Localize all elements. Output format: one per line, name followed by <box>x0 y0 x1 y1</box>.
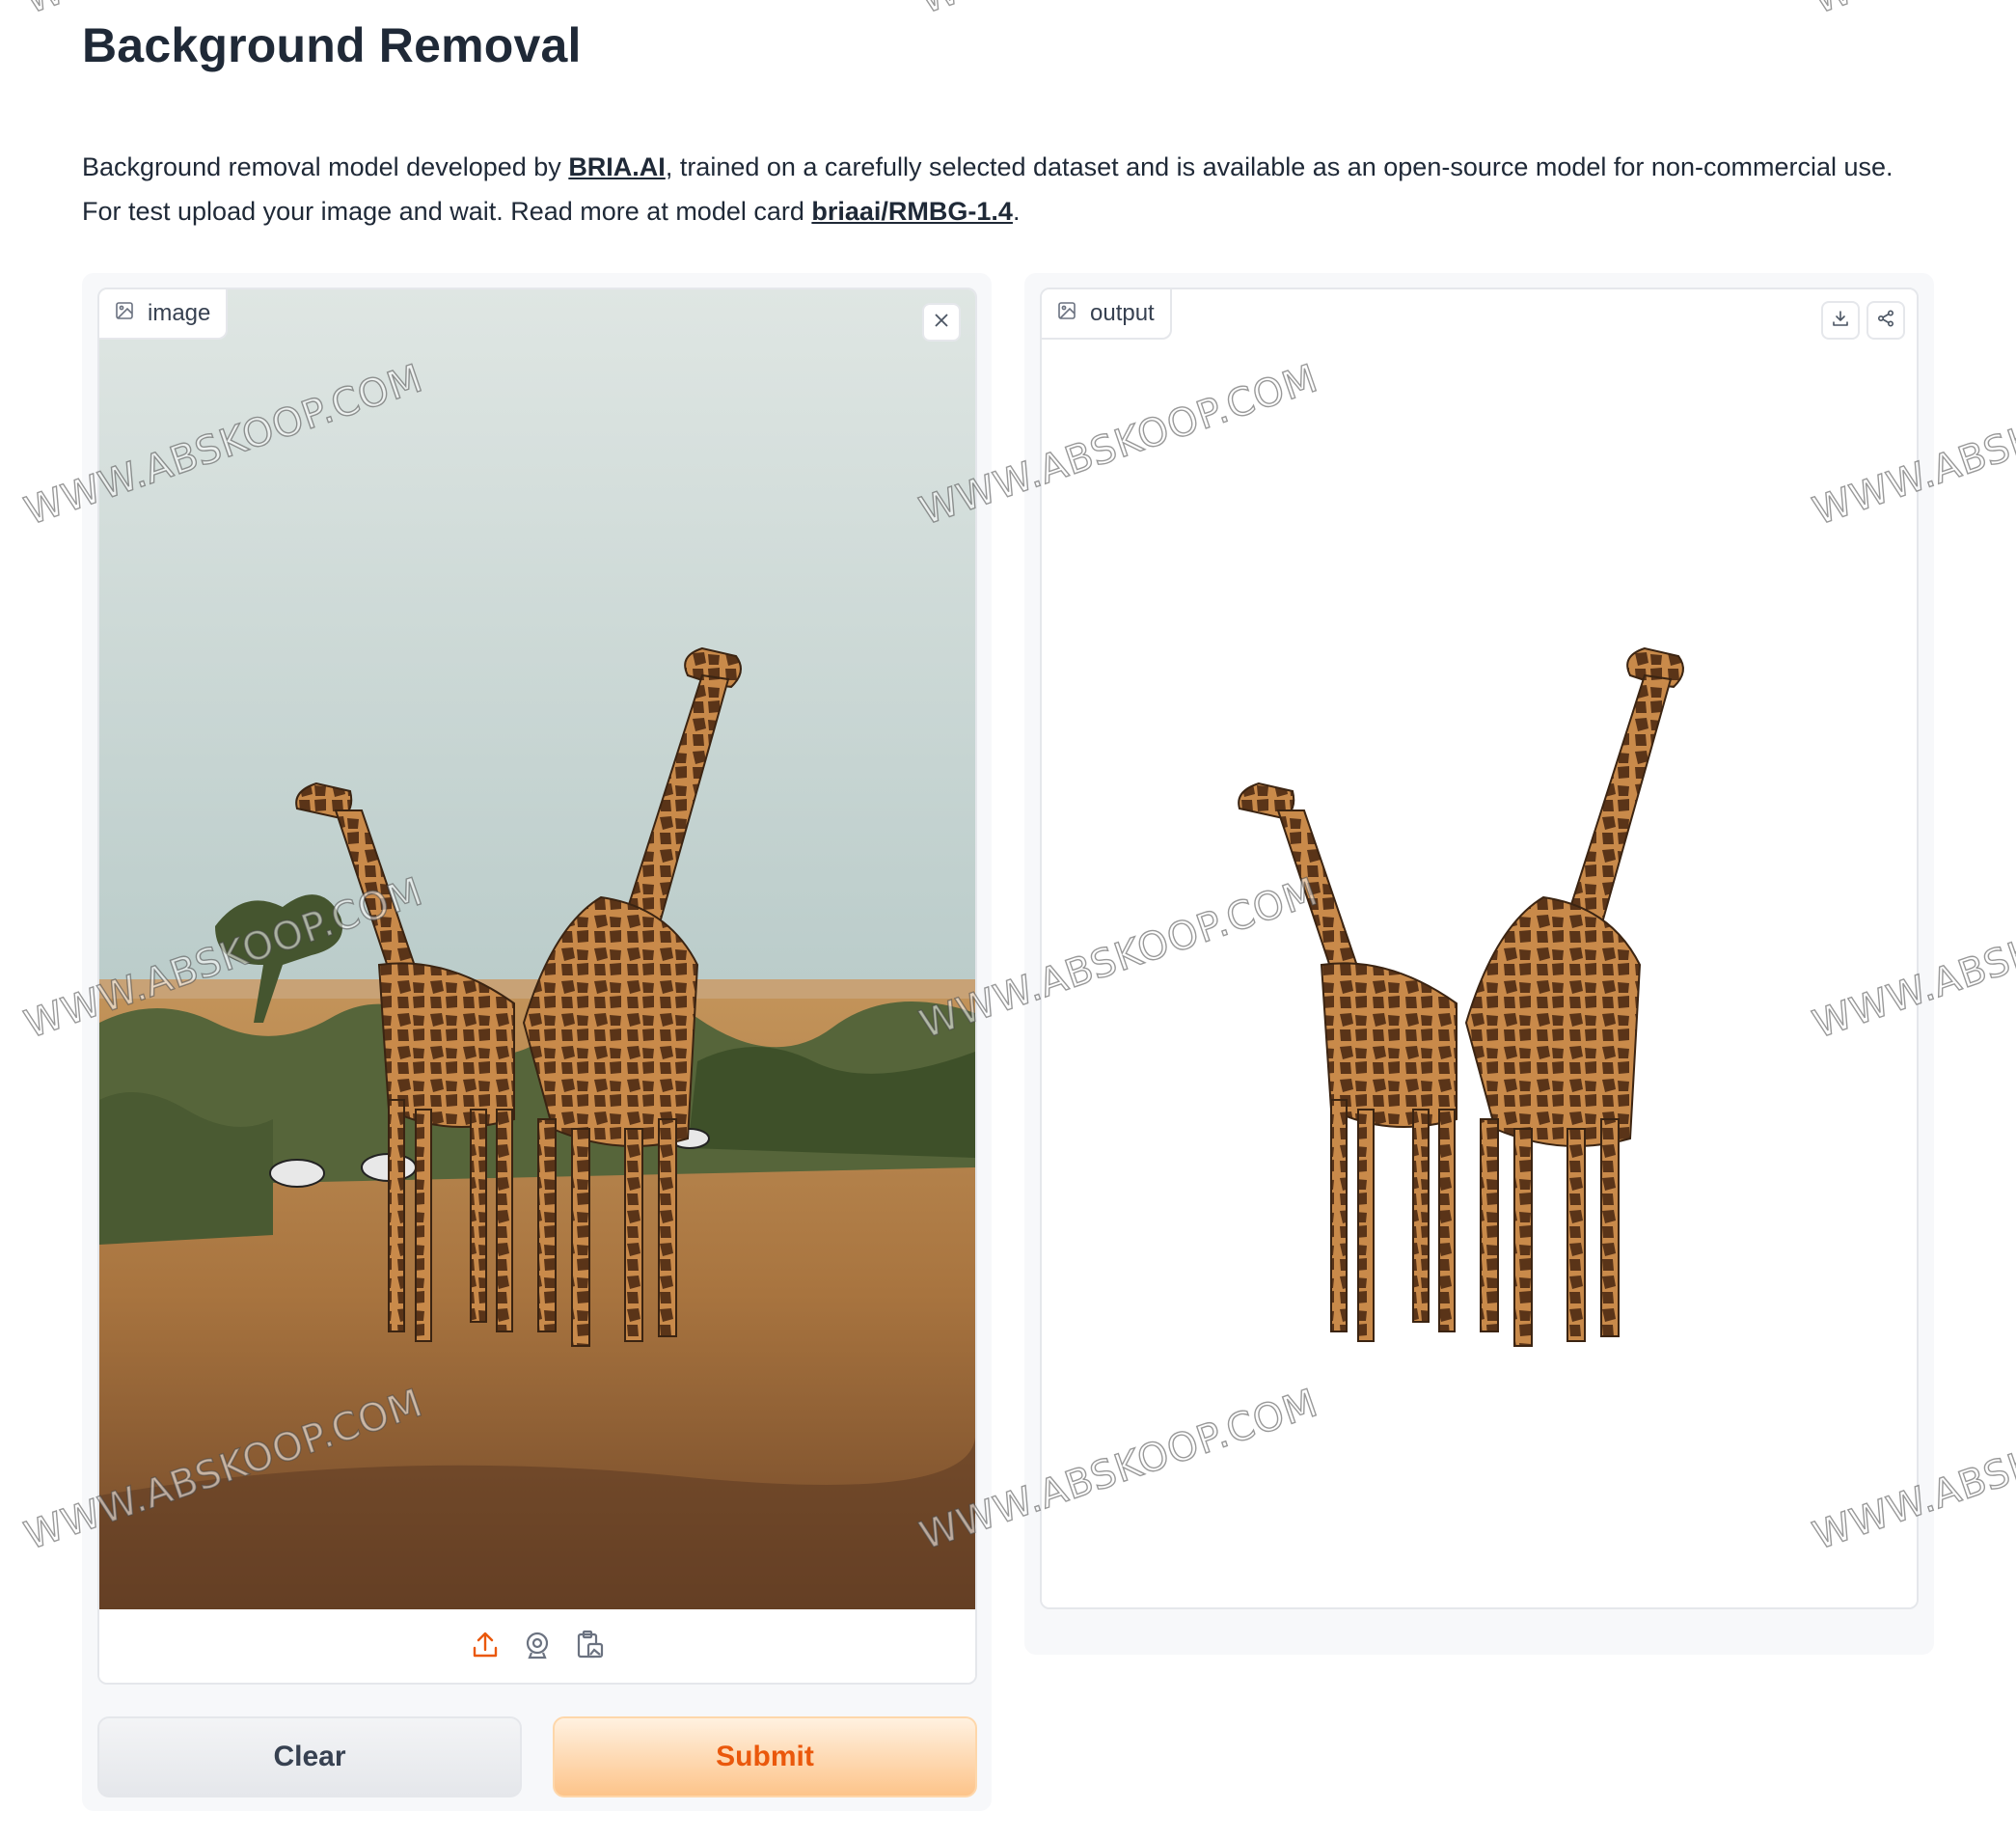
watermark: WWW.ABSKOOP.COM <box>1807 0 2016 23</box>
image-icon <box>115 300 134 327</box>
input-label: image <box>148 300 211 326</box>
giraffes-photo <box>99 289 975 1609</box>
description-text: , trained on a carefully selected datase… <box>665 152 1893 181</box>
description-text: For test upload your image and wait. Rea… <box>82 197 812 226</box>
webcam-icon <box>522 1630 553 1665</box>
page-title: Background Removal <box>82 18 582 72</box>
submit-button[interactable]: Submit <box>553 1716 977 1797</box>
output-label: output <box>1090 300 1155 326</box>
webcam-button[interactable] <box>522 1632 553 1662</box>
download-icon <box>1831 309 1850 333</box>
giraffes-cutout <box>1042 289 1917 1607</box>
input-label-tab: image <box>99 289 229 340</box>
share-icon <box>1876 309 1895 333</box>
input-image-box[interactable]: image <box>97 288 977 1685</box>
description-line-2: For test upload your image and wait. Rea… <box>82 189 1893 233</box>
description: Background removal model developed by BR… <box>82 145 1893 233</box>
share-button[interactable] <box>1866 301 1905 340</box>
clear-image-button[interactable] <box>922 303 961 342</box>
image-icon <box>1057 300 1076 327</box>
close-icon <box>932 311 951 335</box>
download-button[interactable] <box>1821 301 1860 340</box>
upload-button[interactable] <box>470 1632 501 1662</box>
output-image-box: output <box>1040 288 1919 1609</box>
input-source-toolbar <box>99 1609 975 1683</box>
description-text: Background removal model developed by <box>82 152 569 181</box>
upload-icon <box>470 1630 501 1665</box>
description-text: . <box>1012 197 1021 226</box>
output-label-tab: output <box>1042 289 1172 340</box>
paste-button[interactable] <box>574 1630 605 1665</box>
bria-ai-link[interactable]: BRIA.AI <box>568 152 666 181</box>
input-photo <box>99 289 975 1609</box>
model-card-link[interactable]: briaai/RMBG-1.4 <box>811 197 1013 226</box>
output-photo <box>1042 289 1917 1607</box>
description-line-1: Background removal model developed by BR… <box>82 145 1893 189</box>
clipboard-icon <box>574 1630 605 1665</box>
clear-button[interactable]: Clear <box>97 1716 522 1797</box>
watermark: WWW.ABSKOOP.COM <box>913 0 1324 23</box>
